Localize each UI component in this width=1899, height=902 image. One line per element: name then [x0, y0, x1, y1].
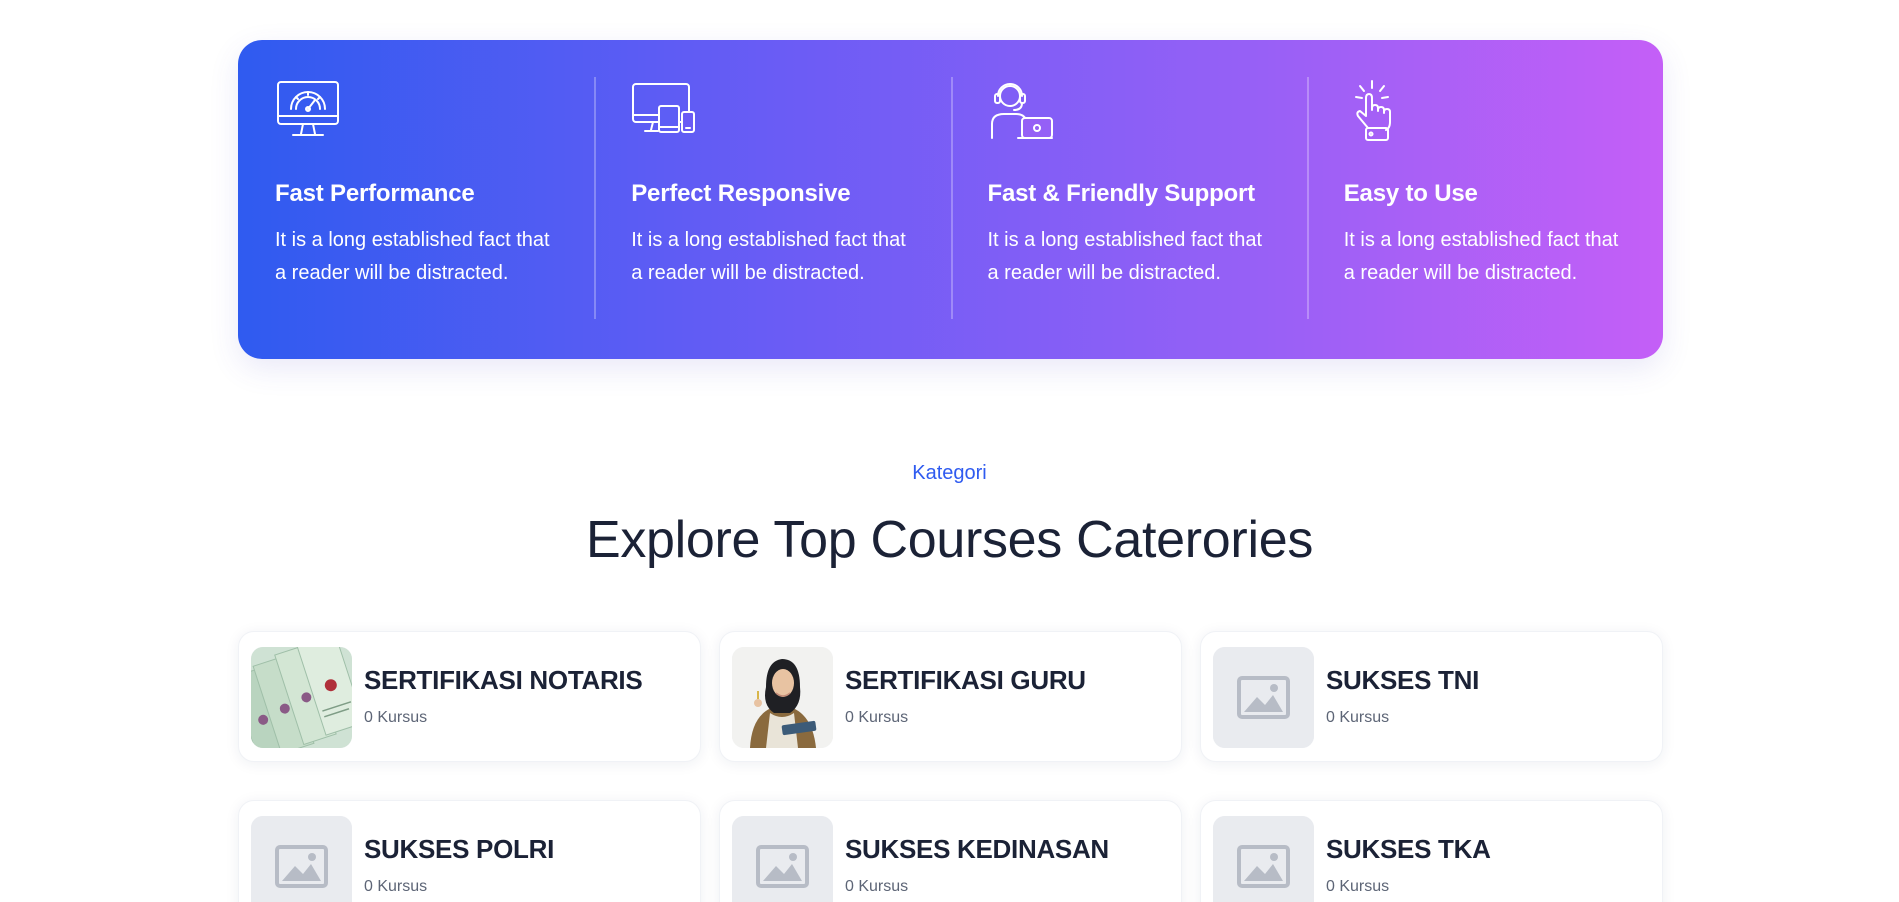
- support-agent-icon: [988, 78, 1054, 142]
- category-card-sukses-tka[interactable]: SUKSES TKA 0 Kursus: [1200, 800, 1663, 902]
- feature-description: It is a long established fact that a rea…: [987, 229, 1263, 284]
- category-thumbnail: [251, 647, 352, 748]
- category-thumbnail: [251, 816, 352, 902]
- category-course-count: 0 Kursus: [364, 878, 428, 895]
- category-card-sukses-kedinasan[interactable]: SUKSES KEDINASAN 0 Kursus: [719, 800, 1182, 902]
- page: Fast Performance It is a long establishe…: [0, 0, 1899, 902]
- section-title: Explore Top Courses Caterories: [585, 511, 1314, 569]
- feature-description: It is a long established fact that a rea…: [275, 229, 550, 284]
- category-card-sukses-tni[interactable]: SUKSES TNI 0 Kursus: [1200, 631, 1663, 762]
- feature-description: It is a long established fact that a rea…: [1343, 229, 1619, 284]
- features-banner: Fast Performance It is a long establishe…: [238, 40, 1663, 359]
- category-thumbnail: [732, 816, 833, 902]
- image-placeholder-icon: [251, 816, 352, 902]
- category-title[interactable]: SUKSES KEDINASAN: [845, 834, 1109, 865]
- tap-hand-icon: [1344, 78, 1410, 142]
- feature-description: It is a long established fact that a rea…: [631, 229, 906, 284]
- category-thumbnail: [732, 647, 833, 748]
- feature-title: Perfect Responsive: [631, 180, 851, 207]
- feature-title: Fast Performance: [275, 180, 475, 207]
- category-thumbnail: [1213, 816, 1314, 902]
- category-title[interactable]: SERTIFIKASI GURU: [845, 665, 1086, 696]
- image-placeholder-icon: [1213, 816, 1314, 902]
- category-course-count: 0 Kursus: [845, 709, 909, 726]
- certificate-photo: [251, 647, 352, 748]
- devices-icon: [631, 78, 697, 142]
- speedometer-monitor-icon: [275, 78, 341, 142]
- feature-title: Fast & Friendly Support: [987, 180, 1256, 207]
- category-card-sertifikasi-notaris[interactable]: SERTIFIKASI NOTARIS 0 Kursus: [238, 631, 701, 762]
- category-course-count: 0 Kursus: [1326, 709, 1390, 726]
- section-eyebrow: Kategori: [912, 462, 987, 484]
- feature-fast-performance: Fast Performance It is a long establishe…: [238, 40, 594, 359]
- category-title[interactable]: SERTIFIKASI NOTARIS: [364, 665, 643, 696]
- teacher-photo: [732, 647, 833, 748]
- category-course-count: 0 Kursus: [1326, 878, 1390, 895]
- image-placeholder-icon: [732, 816, 833, 902]
- feature-friendly-support: Fast & Friendly Support It is a long est…: [950, 40, 1307, 359]
- category-card-sertifikasi-guru[interactable]: SERTIFIKASI GURU 0 Kursus: [719, 631, 1182, 762]
- image-placeholder-icon: [1213, 647, 1314, 748]
- feature-perfect-responsive: Perfect Responsive It is a long establis…: [594, 40, 950, 359]
- feature-title: Easy to Use: [1343, 180, 1478, 207]
- category-course-count: 0 Kursus: [364, 709, 428, 726]
- category-course-count: 0 Kursus: [845, 878, 909, 895]
- feature-easy-to-use: Easy to Use It is a long established fac…: [1306, 40, 1663, 359]
- category-title[interactable]: SUKSES POLRI: [364, 834, 554, 865]
- category-thumbnail: [1213, 647, 1314, 748]
- category-card-sukses-polri[interactable]: SUKSES POLRI 0 Kursus: [238, 800, 701, 902]
- category-title[interactable]: SUKSES TKA: [1326, 834, 1491, 865]
- category-title[interactable]: SUKSES TNI: [1326, 665, 1479, 696]
